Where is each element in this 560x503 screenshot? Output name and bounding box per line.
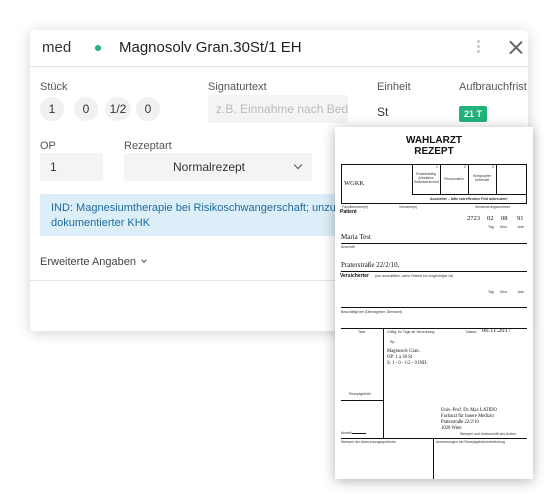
rx-taxe-label: Taxe	[358, 330, 366, 334]
rx-title-line2: REZEPT	[414, 146, 454, 157]
aufbrauchfrist-label: Aufbrauchfrist	[459, 81, 527, 93]
rx-drug-line2: OP: 1 a 30 St	[387, 355, 413, 360]
stueck-label: Stück	[40, 81, 68, 93]
chevron-down-icon	[293, 160, 303, 170]
drug-title: Magnosolv Gran.30St/1 EH	[119, 39, 302, 56]
rx-fill-note: Aussteller – bitte zutreffendes Feld ank…	[430, 197, 508, 201]
rx-insurer: WGKK	[344, 180, 365, 187]
rx-col-number-1: 1	[436, 165, 438, 169]
rx-birth-month: 08	[501, 215, 508, 222]
rx-versicherter-note: (nur auszufüllen, wenn Patient ein Angeh…	[375, 274, 454, 278]
rx-datum-label: Datum:	[466, 330, 478, 334]
rezeptart-select[interactable]: Normalrezept	[124, 153, 312, 181]
rx-mon-label: Mon.	[500, 225, 508, 229]
rx-date: 06.11.2017	[482, 327, 512, 334]
dose-evening-button[interactable]: 1/2	[105, 97, 131, 121]
rx-doctor-line1: Univ.-Prof. Dr. Max LATIDO	[441, 408, 497, 413]
rx-validity: Gültig: f/o Tage ab Verordnung	[387, 330, 435, 334]
op-label: OP	[40, 140, 56, 152]
rx-birth-day: 02	[487, 215, 494, 222]
rx-tag-label-2: Tag	[488, 290, 494, 294]
rx-pharmacy-stamp-label: Stempel der Abrechnungsapotheke	[341, 440, 396, 444]
rx-patient-name: Maria Test	[341, 233, 371, 241]
rx-doctor-line2: Facharzt für Innere Medizin	[441, 414, 494, 419]
rx-patient-address: Praterstraße 22/2/10,	[341, 261, 400, 269]
rx-anzahl-label: Anzahl	[341, 431, 352, 435]
rx-col-label-2: Pensionist/in	[444, 177, 464, 181]
chevron-down-icon	[141, 257, 147, 263]
more-vertical-icon[interactable]	[474, 38, 482, 58]
app-label: med	[42, 39, 72, 56]
rx-rp: Rp.	[390, 340, 396, 344]
advanced-toggle[interactable]: Erweiterte Angaben	[40, 256, 147, 268]
signaturtext-input[interactable]: z.B. Einnahme nach Bedarf	[208, 95, 348, 123]
rx-col-number-3: 3	[492, 165, 494, 169]
rx-title-line1: WAHLARZT	[405, 135, 463, 146]
dialog-header: med Magnosolv Gran.30St/1 EH	[30, 30, 528, 67]
rx-jahr-label-2: Jahr	[517, 290, 524, 294]
rx-jahr-label: Jahr	[517, 225, 524, 229]
rezeptart-label: Rezeptart	[124, 140, 172, 152]
rx-doctor-line4: 1020 Wien	[441, 426, 462, 431]
rx-versicherter-label: Versicherter	[340, 273, 369, 279]
aufbrauchfrist-badge: 21 T	[459, 106, 488, 122]
op-input[interactable]: 1	[40, 153, 103, 181]
einheit-label: Einheit	[377, 81, 411, 93]
rx-svnr: 2723	[467, 215, 480, 222]
rx-birth-year: 91	[517, 215, 524, 222]
status-dot-icon	[95, 45, 101, 51]
rezeptart-value: Normalrezept	[172, 160, 246, 174]
rx-col-label-1: Erwerbstätig Arbeitslos Selbstversichert	[414, 172, 439, 184]
rx-mon-label-2: Mon.	[500, 290, 508, 294]
rx-drug-line3: S: 1 - 0 - 1/2 - 0 IND:	[387, 361, 428, 366]
rx-patient-label: Patient	[340, 209, 357, 215]
rx-col-number-2: 2	[464, 165, 466, 169]
advanced-label: Erweiterte Angaben	[40, 256, 137, 268]
dose-night-button[interactable]: 0	[136, 97, 160, 121]
rx-col-label-3: Kriegsopfer Unterhalt	[473, 174, 491, 182]
rx-tag-label: Tag	[488, 225, 494, 229]
rx-anschrift-label: Anschrift	[341, 245, 355, 249]
dose-morning-button[interactable]: 1	[40, 97, 64, 121]
rx-employer-label: Beschäftigt bei (Dienstgeber, Dienstort)	[341, 310, 402, 314]
dose-noon-button[interactable]: 0	[74, 97, 98, 121]
close-icon[interactable]	[506, 38, 526, 58]
rx-stamp-label: Stempel und Unterschrift des Arztes	[460, 432, 516, 436]
prescription-preview: WAHLARZT REZEPT 1 2 3 Erwerbstätig Arbei…	[335, 127, 533, 479]
rx-drug-line1: Magnosolv Gran.	[387, 349, 420, 354]
rx-doctor-line3: Praterstraße 22/2/10	[441, 420, 479, 425]
rx-label-vorname: Vorname(n)	[399, 205, 418, 209]
rx-label-svnr: Versicherungsnummer	[475, 205, 511, 209]
rx-fee-note-label: Anmerkungen bei Rezeptgebührenbefreiung	[436, 440, 505, 444]
signaturtext-label: Signaturtext	[208, 81, 267, 93]
einheit-value: St	[377, 105, 389, 119]
rx-rezeptgebuehr-label: Rezeptgebühr	[349, 392, 371, 396]
